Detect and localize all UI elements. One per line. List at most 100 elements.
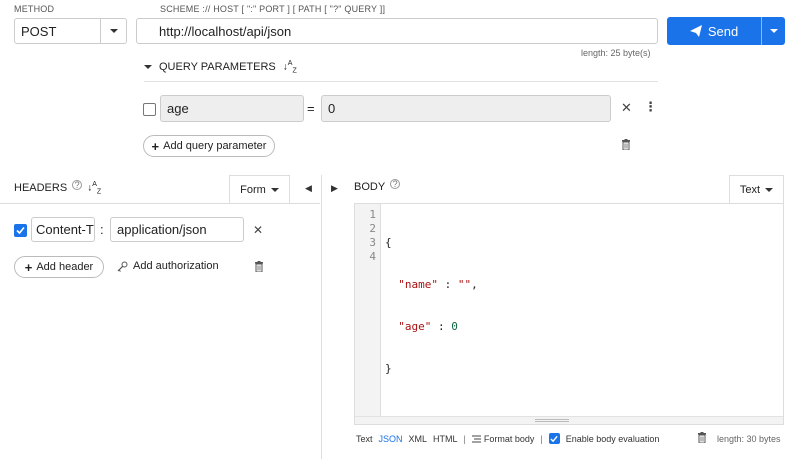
line-number: 2 [369,222,376,235]
line-number: 3 [369,236,376,249]
resize-handle[interactable] [355,416,783,424]
format-text-option[interactable]: Text [356,434,373,444]
format-json-option[interactable]: JSON [379,434,403,444]
help-icon[interactable]: ? [72,180,83,191]
body-section-header: BODY ? [354,179,401,193]
url-length: length: 25 byte(s) [581,48,651,58]
sort-icon[interactable]: ↓AZ [283,60,297,74]
header-checkbox[interactable] [14,224,27,237]
format-html-option[interactable]: HTML [433,434,458,444]
format-icon [471,435,481,442]
trash-icon[interactable] [621,139,631,153]
header-value: application/json [117,222,207,237]
url-hint: SCHEME :// HOST [ ":" PORT ] [ PATH [ "?… [160,4,386,14]
more-options-icon[interactable]: ⋮ [644,99,657,115]
divider [0,203,320,204]
collapse-icon [144,65,152,70]
send-button[interactable]: Send [667,17,761,45]
format-xml-option[interactable]: XML [409,434,428,444]
headers-mode-value: Form [240,183,266,196]
header-value-input[interactable]: application/json [110,217,244,242]
checkmark-icon [550,435,558,442]
chevron-down-icon[interactable] [100,19,126,43]
close-icon[interactable]: ✕ [621,100,632,116]
code-brace: { [385,236,392,249]
json-number: 0 [451,320,458,333]
code-brace: } [385,362,392,375]
add-header-button[interactable]: + Add header [14,256,104,278]
plus-icon: + [151,138,160,154]
headers-section-header: HEADERS ? ↓AZ [14,180,101,195]
line-number: 4 [369,250,376,263]
url-value: http://localhost/api/json [159,23,292,39]
add-query-parameter-button[interactable]: + Add query parameter [143,135,275,157]
plus-icon: + [24,259,33,275]
json-key: "age" [398,320,432,333]
chevron-down-icon [769,29,778,33]
json-key: "name" [398,278,438,291]
collapse-left-icon[interactable]: ◀ [305,183,312,194]
json-string: "" [457,278,472,291]
body-mode-select[interactable]: Text [729,175,784,203]
code-line: } [385,362,478,376]
trash-icon[interactable] [254,261,264,275]
code-comma: , [471,278,478,291]
colon-separator: : [100,222,104,237]
method-value: POST [21,23,57,39]
query-title: QUERY PARAMETERS [159,61,276,74]
code-line: "age" : 0 [385,320,478,334]
equals-sign: = [307,101,315,116]
line-numbers-gutter: 1 2 3 4 [355,204,381,424]
enable-body-evaluation-label: Enable body evaluation [565,433,660,444]
url-input[interactable]: http://localhost/api/json [136,18,658,44]
trash-icon[interactable] [697,432,707,446]
send-icon [689,25,702,37]
checkmark-icon [16,226,25,235]
chevron-down-icon [270,187,279,192]
body-mode-value: Text [739,183,761,196]
query-param-value-input[interactable]: 0 [321,95,611,122]
headers-title: HEADERS [14,182,68,195]
chevron-down-icon [765,187,774,192]
header-name-input[interactable]: Content-T [31,217,95,242]
query-param-name-input[interactable]: age [160,95,304,122]
code-colon: : [438,278,458,291]
code-content: { "name" : "", "age" : 0 } [385,208,478,404]
method-label: METHOD [14,4,55,14]
method-select[interactable]: POST [14,18,127,44]
body-title: BODY [354,181,386,193]
header-name: Content-T [36,222,94,237]
line-number: 1 [369,208,376,221]
grip-icon [535,419,569,422]
divider [144,81,658,82]
format-body-label: Format body [483,433,535,444]
headers-mode-select[interactable]: Form [229,175,290,203]
panel-divider[interactable] [321,175,322,459]
query-param-value: 0 [328,101,336,116]
query-section-header[interactable]: QUERY PARAMETERS ↓AZ [144,60,297,74]
format-body-button[interactable]: Format body [471,433,535,444]
body-footer: Text JSON XML HTML | Format body | Enabl… [356,433,659,444]
key-icon [117,261,128,272]
close-icon[interactable]: ✕ [253,223,263,237]
sort-icon[interactable]: ↓AZ [87,181,101,195]
code-line: "name" : "", [385,278,478,292]
send-label: Send [707,23,739,39]
query-param-name: age [167,101,189,116]
send-options-button[interactable] [761,17,785,45]
body-editor[interactable]: 1 2 3 4 { "name" : "", "age" : 0 } [354,203,784,425]
help-icon[interactable]: ? [390,179,401,189]
expand-right-icon[interactable]: ▶ [331,183,338,194]
separator: | [540,433,543,444]
body-length: length: 30 bytes [717,434,781,444]
add-header-label: Add header [36,261,94,273]
add-authorization-button[interactable]: Add authorization [117,260,219,272]
add-query-parameter-label: Add query parameter [163,140,267,152]
code-line: { [385,236,478,250]
enable-body-evaluation-checkbox[interactable] [548,433,560,444]
send-button-group: Send [667,17,785,45]
add-authorization-label: Add authorization [133,260,219,272]
query-param-checkbox[interactable] [143,103,156,116]
separator: | [463,433,466,444]
code-colon: : [431,320,452,333]
